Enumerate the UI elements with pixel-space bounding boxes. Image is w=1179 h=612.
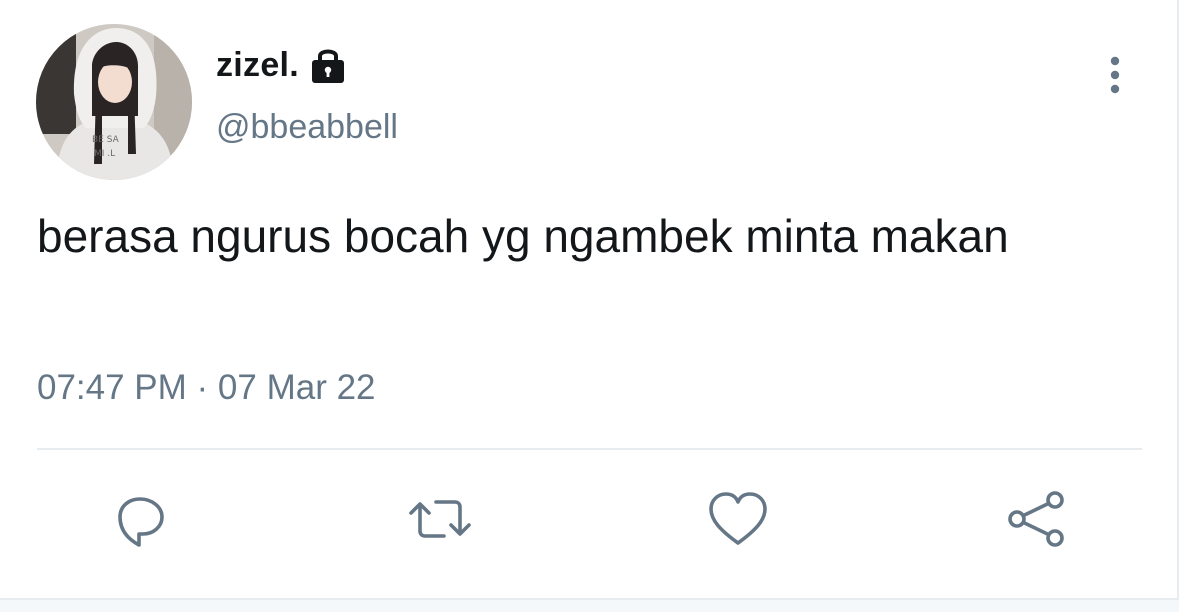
svg-text:MI .L: MI .L <box>94 149 115 159</box>
retweet-icon <box>409 500 471 538</box>
tweet-timestamp[interactable]: 07:47 PM · 07 Mar 22 <box>37 368 376 408</box>
reply-icon <box>118 497 164 547</box>
reply-button[interactable] <box>108 487 172 551</box>
tweet-text: berasa ngurus bocah yg ngambek minta mak… <box>37 210 1009 262</box>
display-name[interactable]: zizel. <box>216 46 299 85</box>
like-button[interactable] <box>706 487 770 551</box>
tweet-card: BE SA MI .L zizel. @bbeabbell berasa ngu… <box>0 0 1179 612</box>
avatar-image: BE SA MI .L <box>36 24 192 180</box>
user-handle[interactable]: @bbeabbell <box>216 108 398 147</box>
display-name-row: zizel. <box>216 40 347 90</box>
retweet-button[interactable] <box>408 487 472 551</box>
card-bottom-border <box>0 598 1179 612</box>
share-icon <box>1008 491 1064 547</box>
more-vertical-icon[interactable] <box>1098 52 1132 98</box>
svg-text:BE SA: BE SA <box>92 135 120 145</box>
heart-icon <box>709 492 767 545</box>
avatar[interactable]: BE SA MI .L <box>36 24 192 180</box>
share-button[interactable] <box>1004 487 1068 551</box>
lock-icon <box>309 45 347 85</box>
divider <box>37 448 1142 450</box>
